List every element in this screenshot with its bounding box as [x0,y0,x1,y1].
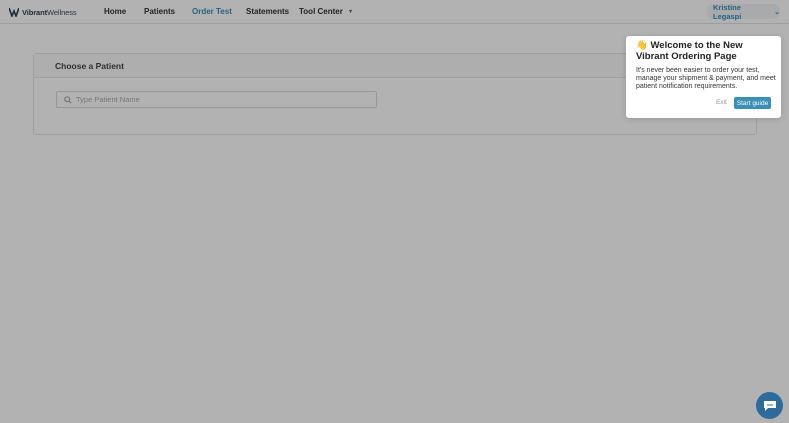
card-title: Choose a Patient [55,61,124,71]
nav-patients[interactable]: Patients [144,7,175,16]
chevron-down-icon: ⌄ [774,8,780,16]
user-menu-button[interactable]: Kristine Legaspi ⌄ [706,2,780,21]
popover-body: It's never been easier to order your tes… [636,67,776,90]
chat-icon [763,400,776,411]
patient-search-input[interactable] [76,92,366,107]
logo-text: VibrantWellness [22,7,77,17]
top-navbar: VibrantWellness Home Patients Order Test… [0,0,789,24]
wave-emoji-icon: 👋 [636,40,648,51]
patient-search-box[interactable] [56,91,377,108]
vibrant-logo-icon [9,7,19,17]
nav-home[interactable]: Home [104,7,126,16]
brand-logo[interactable]: VibrantWellness [9,6,77,18]
exit-button[interactable]: Exit [716,99,727,106]
user-name: Kristine Legaspi [713,2,742,21]
popover-title-text: Welcome to the New Vibrant Ordering Page [636,40,743,62]
popover-title: 👋 Welcome to the New Vibrant Ordering Pa… [636,40,776,62]
chevron-down-icon: ▼ [347,9,354,15]
nav-order-test[interactable]: Order Test [192,7,232,16]
nav-tool-center[interactable]: Tool Center ▼ [299,7,353,16]
chat-button[interactable] [756,392,783,419]
search-icon [64,96,72,104]
nav-tool-center-label: Tool Center [299,7,343,16]
start-guide-button[interactable]: Start guide [734,97,771,109]
nav-statements[interactable]: Statements [246,7,289,16]
